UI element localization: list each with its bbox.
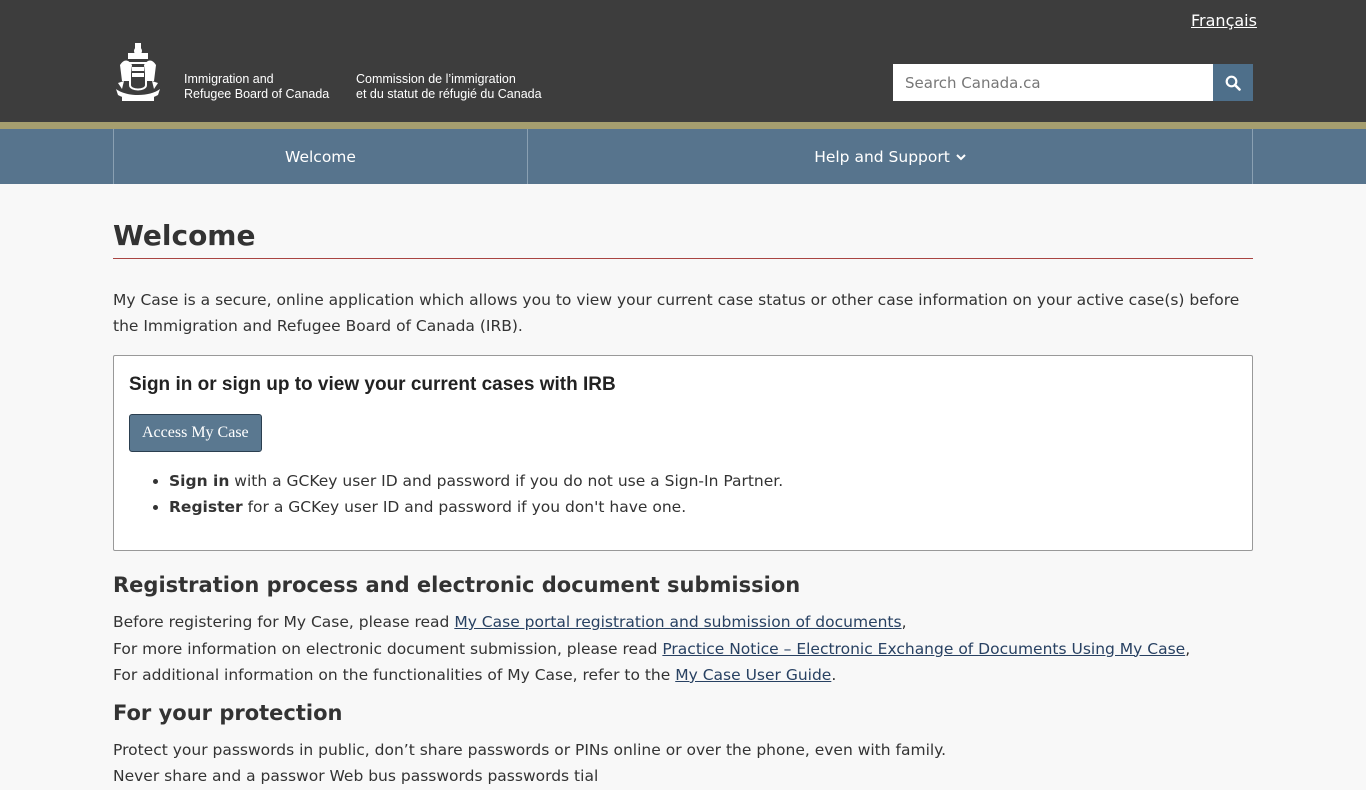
sign-in-options-list: Sign in with a GCKey user ID and passwor…	[169, 468, 1237, 520]
registration-text: Before registering for My Case, please r…	[113, 609, 1253, 689]
registration-line3-end: .	[831, 666, 837, 684]
signature-english: Immigration and Refugee Board of Canada	[184, 72, 329, 102]
search-icon	[1225, 75, 1241, 91]
intro-text: My Case is a secure, online application …	[113, 291, 1240, 335]
registration-docs-link[interactable]: My Case portal registration and submissi…	[454, 613, 901, 631]
registration-line2-end: ,	[1185, 639, 1191, 658]
header-accent-strip	[0, 122, 1366, 129]
sign-in-panel: Sign in or sign up to view your current …	[113, 355, 1253, 551]
register-term: Register	[169, 498, 243, 516]
search-form	[893, 64, 1253, 101]
practice-notice-link[interactable]: Practice Notice – Electronic Exchange of…	[662, 640, 1185, 658]
list-item: Sign in with a GCKey user ID and passwor…	[169, 468, 1237, 494]
search-button[interactable]	[1213, 64, 1253, 101]
register-description: for a GCKey user ID and password if you …	[242, 498, 687, 516]
main-content: Welcome My Case is a secure, online appl…	[113, 185, 1253, 790]
protection-text: Protect your passwords in public, don’t …	[113, 737, 1253, 790]
sign-in-term: Sign in	[169, 472, 230, 490]
registration-line1-end: ,	[901, 613, 907, 631]
panel-title: Sign in or sign up to view your current …	[129, 374, 616, 395]
registration-line2-text: For more information on electronic docum…	[113, 639, 663, 658]
page-title: Welcome	[113, 219, 1253, 259]
list-item: Register for a GCKey user ID and passwor…	[169, 494, 1237, 520]
protection-line2: Never share and a passwor Web bus passwo…	[113, 767, 599, 785]
search-input[interactable]	[893, 64, 1213, 101]
registration-line3-text: For additional information on the functi…	[113, 666, 676, 684]
coat-of-arms-icon	[116, 43, 160, 101]
nav-help-label: Help and Support	[814, 147, 950, 166]
signature-french: Commission de l’immigration et du statut…	[356, 72, 542, 102]
registration-heading: Registration process and electronic docu…	[113, 573, 801, 597]
signature-en-line2: Refugee Board of Canada	[184, 87, 330, 101]
top-header: Français Immigration and Refugee Board o…	[0, 0, 1366, 122]
protection-line1: Protect your passwords in public, don’t …	[113, 740, 947, 759]
language-toggle-link[interactable]: Français	[1191, 11, 1257, 30]
user-guide-link[interactable]: My Case User Guide	[675, 666, 831, 684]
access-my-case-button[interactable]: Access My Case	[129, 414, 262, 452]
sign-in-description: with a GCKey user ID and password if you…	[229, 472, 784, 490]
main-nav: Welcome Help and Support	[0, 129, 1366, 184]
protection-heading: For your protection	[113, 700, 343, 725]
signature-fr-line2: et du statut de réfugié du Canada	[356, 87, 542, 101]
signature-fr-line1: Commission de l’immigration	[356, 72, 516, 86]
registration-line1-text: Before registering for My Case, please r…	[113, 613, 455, 631]
nav-help-support[interactable]: Help and Support	[528, 129, 1252, 184]
chevron-down-icon	[956, 153, 966, 160]
nav-welcome-label: Welcome	[285, 147, 356, 166]
nav-welcome[interactable]: Welcome	[114, 129, 528, 184]
signature-en-line1: Immigration and	[184, 72, 274, 86]
